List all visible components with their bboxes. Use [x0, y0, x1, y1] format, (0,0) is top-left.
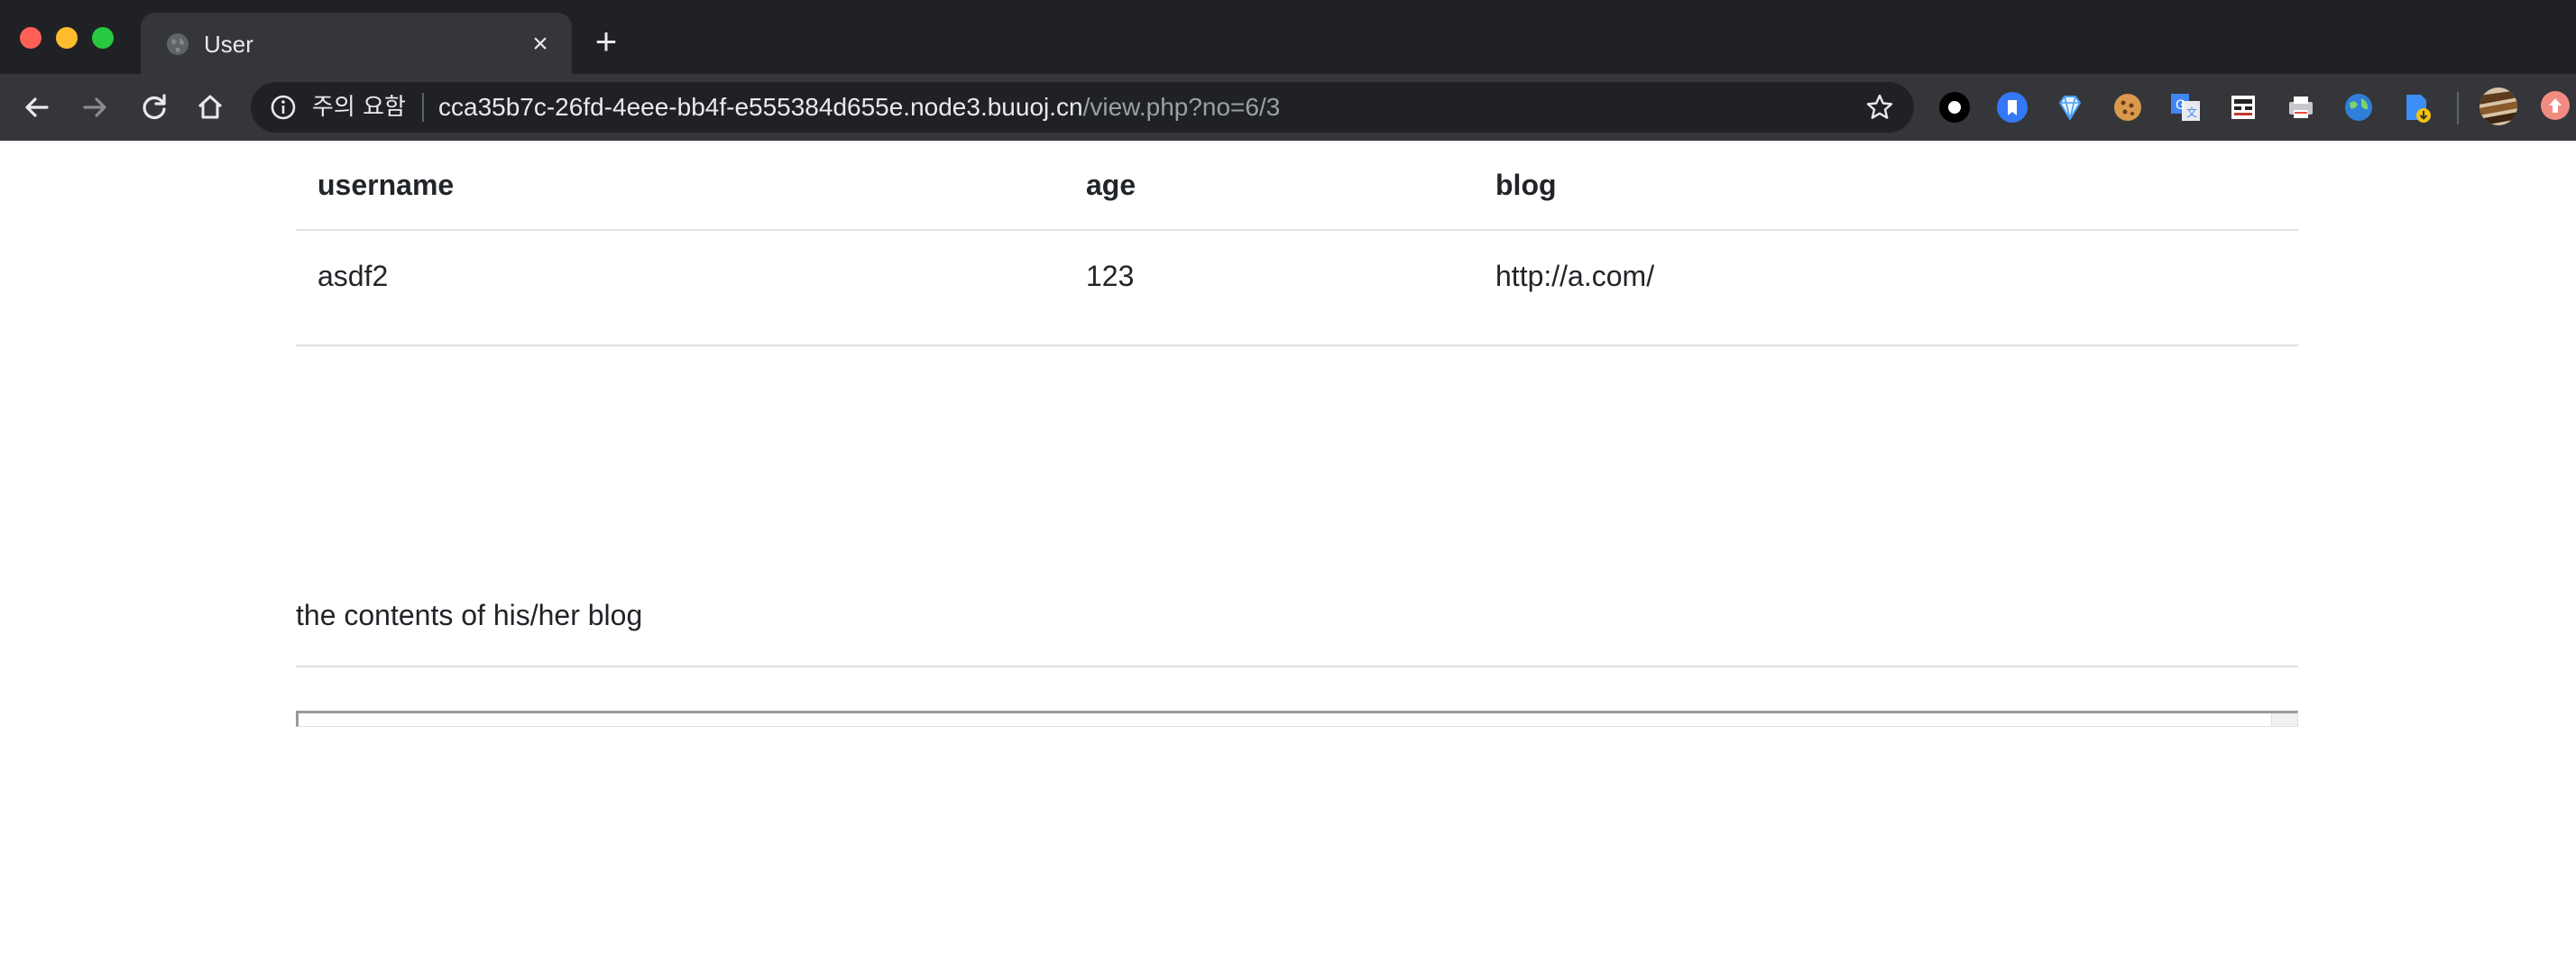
- new-tab-button[interactable]: +: [590, 23, 622, 60]
- forward-arrow-icon[interactable]: [74, 87, 115, 128]
- circle-extension-icon[interactable]: [1937, 90, 1972, 124]
- printer-extension-icon[interactable]: [2284, 90, 2318, 124]
- reload-icon[interactable]: [133, 87, 175, 128]
- tab-strip: User × +: [0, 0, 2576, 74]
- security-status-label[interactable]: 주의 요함: [312, 93, 406, 122]
- tab-close-icon[interactable]: ×: [525, 29, 556, 60]
- toolbar-separator: [2457, 92, 2459, 124]
- tab-title: User: [204, 31, 253, 58]
- back-arrow-icon[interactable]: [16, 87, 58, 128]
- incognito-extension-icon[interactable]: [2226, 90, 2260, 124]
- column-header-blog: blog: [1474, 141, 2298, 231]
- home-icon[interactable]: [189, 87, 231, 128]
- window-maximize-button[interactable]: [92, 27, 114, 49]
- download-extension-icon[interactable]: [2399, 90, 2433, 124]
- browser-toolbar: 주의 요함 cca35b7c-26fd-4eee-bb4f-e555384d65…: [0, 74, 2576, 141]
- svg-text:G: G: [2176, 98, 2185, 113]
- globe-extension-icon[interactable]: [2341, 90, 2376, 124]
- svg-text:文: 文: [2186, 106, 2197, 119]
- address-bar[interactable]: 주의 요함 cca35b7c-26fd-4eee-bb4f-e555384d65…: [251, 82, 1914, 133]
- bookmark-star-icon[interactable]: [1863, 91, 1896, 124]
- globe-icon: [166, 32, 189, 56]
- cell-username: asdf2: [296, 230, 1064, 346]
- bookmark-extension-icon[interactable]: [1995, 90, 2029, 124]
- url-host: cca35b7c-26fd-4eee-bb4f-e555384d655e.nod…: [438, 93, 1083, 121]
- cell-blog: http://a.com/: [1474, 230, 2298, 346]
- update-icon[interactable]: [2538, 88, 2572, 123]
- blog-contents-heading: the contents of his/her blog: [296, 599, 643, 631]
- info-icon[interactable]: [269, 93, 298, 122]
- profile-avatar[interactable]: [2479, 87, 2518, 126]
- cookie-extension-icon[interactable]: [2111, 90, 2145, 124]
- table-header-row: username age blog: [296, 141, 2298, 231]
- browser-tab[interactable]: User ×: [141, 13, 572, 74]
- blog-content-iframe[interactable]: [296, 711, 2298, 727]
- cell-age: 123: [1064, 230, 1474, 346]
- table-row: asdf2 123 http://a.com/: [296, 230, 2298, 346]
- diamond-extension-icon[interactable]: [2053, 90, 2087, 124]
- divider: [296, 666, 2298, 667]
- user-table: username age blog asdf2 123 http://a.com…: [296, 141, 2298, 346]
- omnibox-divider: [422, 93, 424, 122]
- page-content: username age blog asdf2 123 http://a.com…: [0, 141, 2576, 956]
- translate-extension-icon[interactable]: G文: [2168, 90, 2203, 124]
- column-header-username: username: [296, 141, 1064, 231]
- url-text[interactable]: cca35b7c-26fd-4eee-bb4f-e555384d655e.nod…: [438, 93, 1280, 122]
- column-header-age: age: [1064, 141, 1474, 231]
- iframe-scrollbar[interactable]: [2271, 713, 2297, 726]
- url-path: /view.php?no=6/3: [1082, 93, 1281, 121]
- window-minimize-button[interactable]: [56, 27, 78, 49]
- window-close-button[interactable]: [20, 27, 41, 49]
